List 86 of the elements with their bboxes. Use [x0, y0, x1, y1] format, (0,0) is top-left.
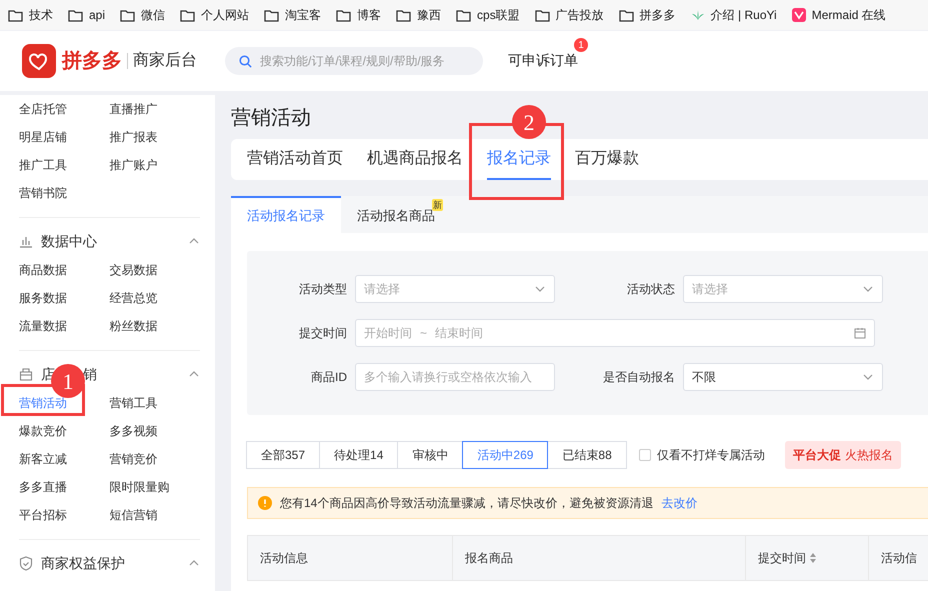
sidebar-section-title[interactable]: 数据中心: [41, 230, 97, 252]
shield-check-icon: [19, 556, 33, 570]
field-label: 商品ID: [310, 369, 347, 386]
sidebar-item[interactable]: 平台招标: [19, 501, 110, 529]
sidebar-item[interactable]: 粉丝数据: [110, 312, 200, 340]
bookmark[interactable]: api: [68, 6, 106, 24]
bar-chart-icon: [19, 234, 33, 248]
bookmark[interactable]: 豫西: [396, 6, 442, 24]
folder-icon: [8, 8, 23, 22]
sidebar-item[interactable]: 直播推广: [110, 95, 200, 123]
folder-icon: [264, 8, 280, 22]
tab[interactable]: 营销活动首页: [247, 139, 343, 180]
new-badge: 新: [432, 199, 443, 211]
page-title: 营销活动: [231, 106, 311, 131]
bookmark[interactable]: 微信: [120, 6, 166, 24]
field-label: 是否自动报名: [602, 369, 675, 386]
change-price-link[interactable]: 去改价: [661, 494, 698, 512]
brand-subtitle: 商家后台: [133, 50, 197, 71]
bookmark[interactable]: Mermaid 在线: [792, 6, 886, 24]
sidebar-item[interactable]: 推广报表: [110, 123, 200, 151]
field-label: 活动状态: [626, 281, 675, 298]
folder-icon: [456, 8, 472, 22]
calendar-icon: [854, 327, 866, 339]
status-filter-tab[interactable]: 活动中269: [462, 441, 548, 469]
column-header: 报名商品: [453, 536, 746, 580]
product-id-field[interactable]: 多个输入请换行或空格依次输入: [355, 363, 555, 391]
sidebar-item[interactable]: 新客立减: [19, 445, 110, 473]
folder-icon: [396, 8, 412, 22]
sidebar-item[interactable]: 短信营销: [110, 501, 200, 529]
sidebar-item[interactable]: 流量数据: [19, 312, 110, 340]
sidebar-item[interactable]: 交易数据: [110, 256, 200, 284]
sidebar-item[interactable]: 明星店铺: [19, 123, 110, 151]
auto-signup-select[interactable]: 不限: [683, 363, 883, 391]
sort-icon: [810, 553, 816, 563]
sidebar-section-title[interactable]: 商家权益保护: [41, 552, 125, 574]
status-filter-tab[interactable]: 全部357: [246, 441, 320, 469]
appealable-orders-link[interactable]: 可申诉订单: [508, 52, 578, 68]
bookmark[interactable]: 广告投放: [534, 6, 604, 24]
sidebar-item[interactable]: 商品数据: [19, 256, 110, 284]
sidebar-item[interactable]: 多多视频: [110, 417, 200, 445]
column-header: 活动信: [869, 536, 928, 580]
status-filter-tab[interactable]: 待处理14: [319, 441, 398, 469]
bookmark[interactable]: 淘宝客: [264, 6, 322, 24]
column-header[interactable]: 提交时间: [746, 536, 869, 580]
folder-icon: [68, 8, 83, 22]
notification-badge: 1: [574, 38, 588, 52]
tab[interactable]: 机遇商品报名: [367, 139, 463, 180]
sidebar-item[interactable]: 营销书院: [19, 179, 110, 207]
field-label: 提交时间: [298, 325, 347, 342]
bookmark[interactable]: 技术: [8, 6, 53, 24]
sidebar-item[interactable]: 营销竞价: [110, 445, 200, 473]
bookmark[interactable]: 博客: [336, 6, 382, 24]
sidebar-item[interactable]: 经营总览: [110, 284, 200, 312]
checkbox-label: 仅看不打烊专属活动: [656, 447, 765, 464]
step-number-badge: 2: [512, 105, 546, 139]
folder-icon: [534, 8, 550, 22]
bookmark[interactable]: 拼多多: [618, 6, 676, 24]
sidebar-item[interactable]: 爆款竞价: [19, 417, 110, 445]
sidebar-item[interactable]: 推广账户: [110, 151, 200, 179]
warning-icon: [258, 496, 272, 510]
search-icon: [239, 54, 252, 68]
tab[interactable]: 百万爆款: [575, 139, 639, 180]
folder-icon: [120, 8, 136, 22]
status-filter-tab[interactable]: 已结束88: [547, 441, 627, 469]
sub-tab[interactable]: 活动报名商品 新: [341, 196, 451, 233]
sub-tab[interactable]: 活动报名记录: [231, 196, 341, 233]
column-header: 活动信息: [248, 536, 453, 580]
bookmark[interactable]: cps联盟: [456, 6, 520, 24]
sidebar-item[interactable]: 全店托管: [19, 95, 110, 123]
promo-banner: 平台大促 火热报名: [784, 441, 901, 469]
folder-icon: [618, 8, 634, 22]
brand-name: 拼多多: [62, 49, 122, 74]
sidebar-item[interactable]: 服务数据: [19, 284, 110, 312]
sidebar-section-title[interactable]: 销: [83, 364, 97, 384]
status-filter-tab[interactable]: 审核中: [397, 441, 464, 469]
bookmark[interactable]: 介绍 | RuoYi: [690, 6, 777, 24]
sidebar-item[interactable]: 多多直播: [19, 473, 110, 501]
field-label: 活动类型: [298, 281, 347, 298]
folder-icon: [336, 8, 352, 22]
bookmark[interactable]: 个人网站: [180, 6, 250, 24]
checkbox[interactable]: [638, 449, 651, 461]
sidebar-item[interactable]: 限时限量购: [110, 473, 200, 501]
warning-text: 您有14个商品因高价导致活动流量骤减，请尽快改价，避免被资源清退: [280, 495, 654, 512]
sidebar-item[interactable]: 推广工具: [19, 151, 110, 179]
folder-icon: [180, 8, 196, 22]
sidebar-item[interactable]: 营销工具: [110, 389, 200, 417]
